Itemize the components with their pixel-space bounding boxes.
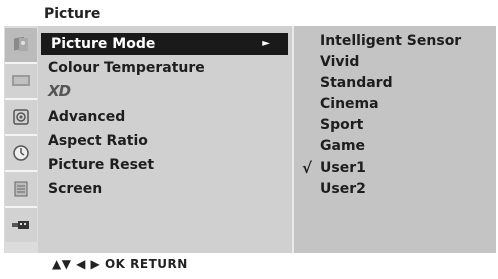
screen-icon[interactable]	[5, 64, 37, 100]
audio-icon[interactable]	[5, 100, 37, 136]
submenu-item-label: Intelligent Sensor	[320, 33, 462, 49]
osd-panel: Picture Mode ► Colour Temperature XD Adv…	[4, 26, 496, 253]
menu-item-advanced[interactable]: Advanced	[38, 106, 292, 128]
submenu-item-user1[interactable]: √ User1	[294, 157, 494, 179]
picture-mode-submenu: Intelligent Sensor Vivid Standard Cinema…	[292, 26, 496, 253]
submenu-item-cinema[interactable]: Cinema	[294, 93, 494, 115]
navigation-hint: ▲▼ ◀ ▶ OK RETURN	[52, 257, 188, 271]
menu-item-colour-temperature[interactable]: Colour Temperature	[38, 57, 292, 79]
page-title: Picture	[44, 6, 101, 22]
submenu-item-sport[interactable]: Sport	[294, 114, 494, 136]
submenu-item-user2[interactable]: User2	[294, 178, 494, 200]
menu-item-label: Colour Temperature	[48, 60, 205, 76]
menu-item-aspect-ratio[interactable]: Aspect Ratio	[38, 130, 292, 152]
checkmark-icon: √	[302, 159, 313, 177]
submenu-item-vivid[interactable]: Vivid	[294, 51, 494, 73]
picture-icon[interactable]	[5, 28, 37, 64]
input-icon[interactable]	[5, 208, 37, 242]
menu-item-label: Picture Reset	[48, 157, 155, 173]
submenu-arrow-icon: ►	[262, 38, 270, 49]
submenu-item-label: Vivid	[320, 54, 360, 70]
submenu-item-intelligent-sensor[interactable]: Intelligent Sensor	[294, 30, 494, 52]
submenu-item-standard[interactable]: Standard	[294, 72, 494, 94]
submenu-item-label: User1	[320, 160, 366, 176]
submenu-item-label: Standard	[320, 75, 393, 91]
submenu-item-game[interactable]: Game	[294, 135, 494, 157]
submenu-item-label: Game	[320, 138, 366, 154]
xd-logo: XD	[48, 82, 71, 100]
category-sidebar	[4, 26, 38, 253]
option-icon[interactable]	[5, 172, 37, 208]
menu-item-picture-mode[interactable]: Picture Mode ►	[41, 33, 288, 55]
menu-item-xd[interactable]: XD	[38, 80, 292, 102]
menu-item-label: Picture Mode	[51, 36, 156, 52]
menu-item-screen[interactable]: Screen	[38, 178, 292, 200]
menu-item-label: Advanced	[48, 109, 126, 125]
timer-icon[interactable]	[5, 136, 37, 172]
submenu-item-label: Sport	[320, 117, 364, 133]
submenu-item-label: Cinema	[320, 96, 379, 112]
menu-item-label: Screen	[48, 181, 103, 197]
main-menu: Picture Mode ► Colour Temperature XD Adv…	[38, 26, 292, 253]
menu-item-label: Aspect Ratio	[48, 133, 148, 149]
submenu-item-label: User2	[320, 181, 366, 197]
menu-item-picture-reset[interactable]: Picture Reset	[38, 154, 292, 176]
